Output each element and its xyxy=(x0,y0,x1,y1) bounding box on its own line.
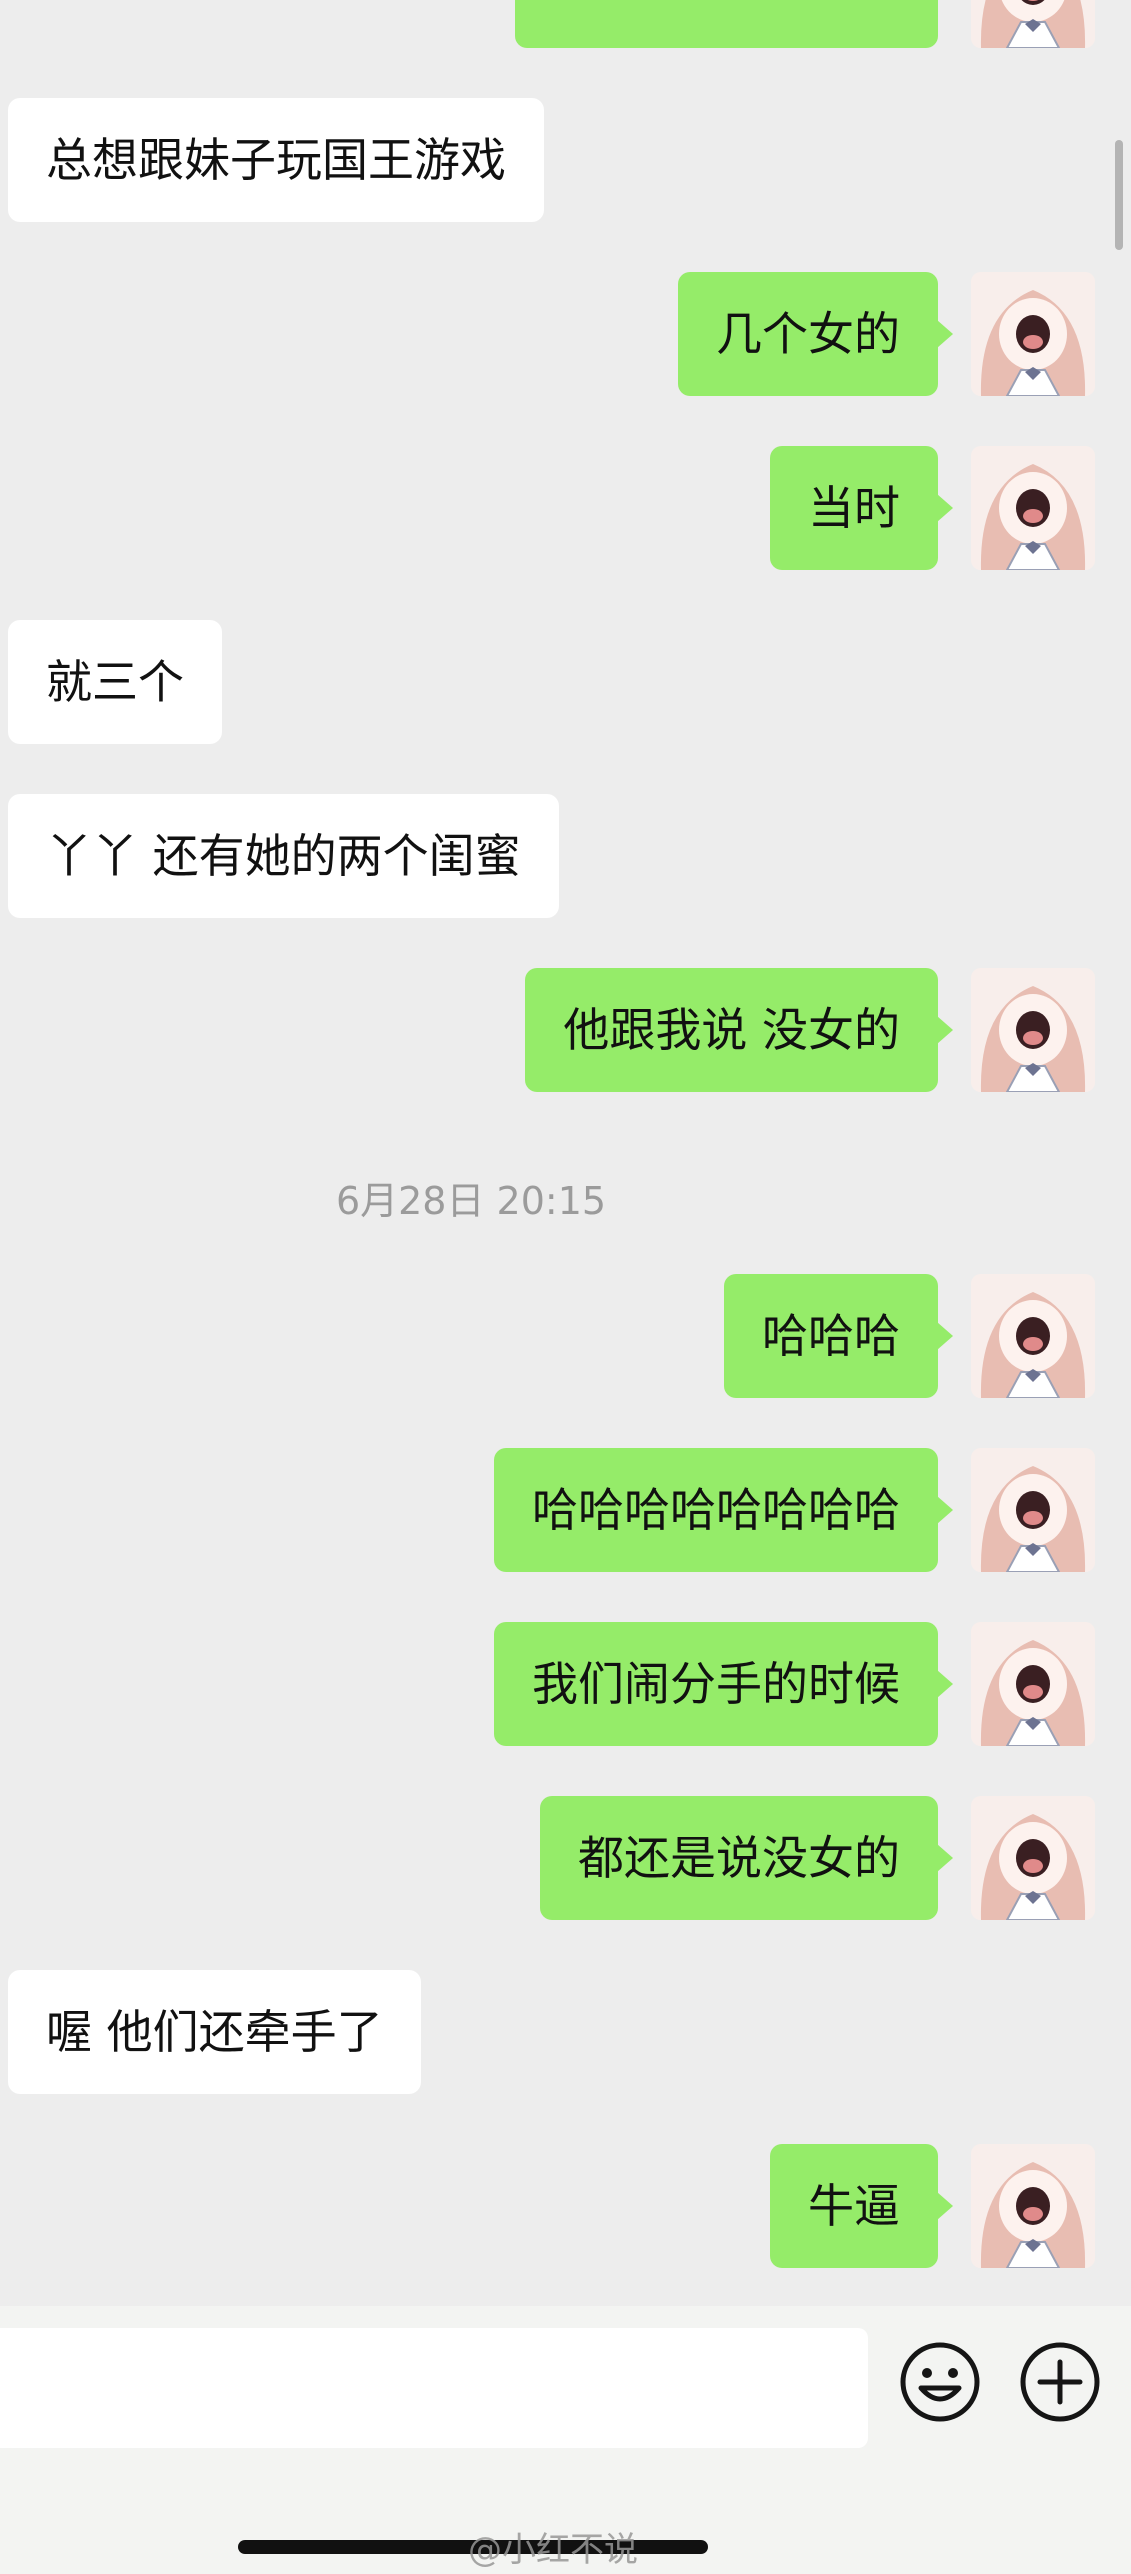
message-bubble-outgoing[interactable]: 哈哈哈 xyxy=(724,1274,953,1398)
message-row-incoming: 就三个 xyxy=(0,620,1131,744)
message-bubble-incoming[interactable]: 总想跟妹子玩国王游戏 xyxy=(8,98,544,222)
user-avatar[interactable] xyxy=(971,1796,1095,1920)
avatar-illustration-icon xyxy=(971,1448,1095,1572)
watermark: @小红不说 xyxy=(468,2530,638,2570)
user-avatar[interactable] xyxy=(971,2144,1095,2268)
user-avatar[interactable] xyxy=(971,1448,1095,1572)
message-row-outgoing: 哈哈哈 xyxy=(0,1274,1131,1398)
message-row-outgoing xyxy=(0,0,1131,48)
message-timestamp: 6月28日 20:15 xyxy=(335,1179,607,1223)
user-avatar[interactable] xyxy=(971,0,1095,48)
message-bubble-outgoing[interactable]: 我们闹分手的时候 xyxy=(494,1622,953,1746)
message-row-outgoing: 几个女的 xyxy=(0,272,1131,396)
message-row-outgoing: 他跟我说 没女的 xyxy=(0,968,1131,1092)
message-input[interactable] xyxy=(0,2328,868,2448)
message-bubble-outgoing[interactable]: 牛逼 xyxy=(770,2144,953,2268)
message-row-incoming: 丫丫 还有她的两个闺蜜 xyxy=(0,794,1131,918)
message-row-outgoing: 都还是说没女的 xyxy=(0,1796,1131,1920)
message-row-outgoing: 牛逼 xyxy=(0,2144,1131,2268)
message-bubble-incoming[interactable]: 丫丫 还有她的两个闺蜜 xyxy=(8,794,559,918)
scrollbar[interactable] xyxy=(1115,140,1123,250)
emoji-button[interactable] xyxy=(898,2340,982,2424)
avatar-illustration-icon xyxy=(971,1622,1095,1746)
message-bubble-outgoing[interactable] xyxy=(515,0,938,48)
more-options-button[interactable] xyxy=(1018,2340,1102,2424)
message-row-outgoing: 我们闹分手的时候 xyxy=(0,1622,1131,1746)
message-row-incoming: 喔 他们还牵手了 xyxy=(0,1970,1131,2094)
avatar-illustration-icon xyxy=(971,446,1095,570)
avatar-illustration-icon xyxy=(971,1274,1095,1398)
message-bubble-outgoing[interactable]: 他跟我说 没女的 xyxy=(525,968,953,1092)
message-bubble-incoming[interactable]: 喔 他们还牵手了 xyxy=(8,1970,421,2094)
avatar-illustration-icon xyxy=(971,272,1095,396)
user-avatar[interactable] xyxy=(971,1274,1095,1398)
user-avatar[interactable] xyxy=(971,1622,1095,1746)
message-row-incoming: 总想跟妹子玩国王游戏 xyxy=(0,98,1131,222)
chat-message-list[interactable]: 总想跟妹子玩国王游戏 几个女的 当时 就三个 丫丫 还有她的两个闺蜜 他跟我说 … xyxy=(0,0,1131,2306)
avatar-illustration-icon xyxy=(971,0,1095,48)
message-row-outgoing: 哈哈哈哈哈哈哈哈 xyxy=(0,1448,1131,1572)
message-bubble-outgoing[interactable]: 当时 xyxy=(770,446,953,570)
smiley-face-icon xyxy=(900,2342,980,2422)
avatar-illustration-icon xyxy=(971,2144,1095,2268)
avatar-illustration-icon xyxy=(971,1796,1095,1920)
message-bubble-outgoing[interactable]: 都还是说没女的 xyxy=(540,1796,953,1920)
avatar-illustration-icon xyxy=(971,968,1095,1092)
user-avatar[interactable] xyxy=(971,272,1095,396)
plus-circle-icon xyxy=(1020,2342,1100,2422)
message-bubble-outgoing[interactable]: 几个女的 xyxy=(678,272,953,396)
user-avatar[interactable] xyxy=(971,446,1095,570)
message-bubble-incoming[interactable]: 就三个 xyxy=(8,620,222,744)
message-bubble-outgoing[interactable]: 哈哈哈哈哈哈哈哈 xyxy=(494,1448,953,1572)
message-row-outgoing: 当时 xyxy=(0,446,1131,570)
user-avatar[interactable] xyxy=(971,968,1095,1092)
